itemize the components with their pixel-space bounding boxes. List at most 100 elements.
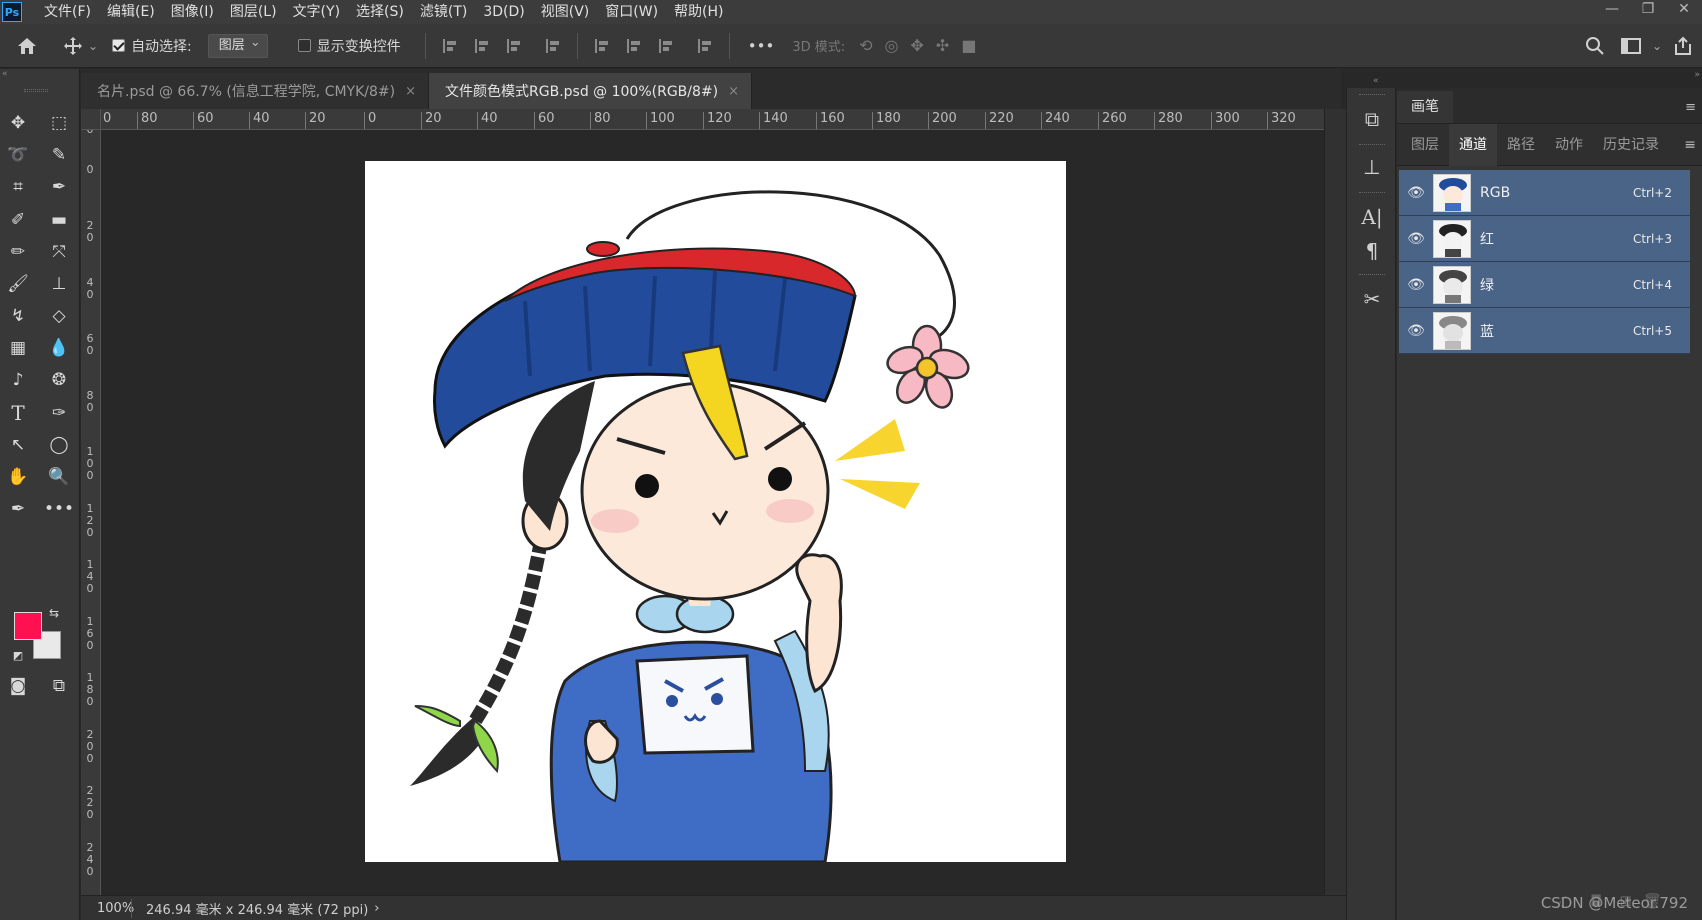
menu-filter[interactable]: 滤镜(T) — [412, 0, 475, 24]
tab-brush[interactable]: 画笔 — [1397, 91, 1453, 123]
menu-help[interactable]: 帮助(H) — [666, 0, 731, 24]
channel-row-red[interactable]: 👁 红 Ctrl+3 — [1399, 216, 1690, 262]
close-window-button[interactable]: ✕ — [1666, 0, 1702, 24]
lasso-tool-icon[interactable]: ➰ — [3, 141, 33, 169]
align-center-icon[interactable] — [474, 38, 489, 53]
ruler-tool-icon[interactable]: ▬ — [44, 206, 74, 234]
align-middle-icon[interactable] — [626, 38, 641, 53]
minimize-button[interactable]: — — [1594, 0, 1630, 24]
grip-handle[interactable] — [1359, 274, 1385, 276]
tab-layers[interactable]: 图层 — [1397, 124, 1449, 166]
menu-window[interactable]: 窗口(W) — [597, 0, 666, 24]
menu-select[interactable]: 选择(S) — [348, 0, 412, 24]
zoom-level[interactable]: 100% — [81, 901, 134, 916]
restore-button[interactable]: ❐ — [1630, 0, 1666, 24]
distribute-icon[interactable] — [545, 38, 560, 53]
more-options-icon[interactable]: ••• — [748, 37, 775, 55]
horizontal-ruler[interactable]: 0 80 60 40 20 0 20 40 60 80 100 120 140 … — [101, 109, 1324, 130]
home-icon[interactable] — [12, 31, 42, 61]
align-bottom-icon[interactable] — [658, 38, 673, 53]
edit-toolbar-icon[interactable]: ✒ — [3, 495, 33, 523]
collapse-icon[interactable]: « — [2, 69, 8, 79]
search-icon[interactable] — [1580, 31, 1610, 61]
document-canvas[interactable] — [365, 161, 1066, 864]
auto-select-option[interactable]: 自动选择: — [112, 36, 192, 56]
chevron-down-icon[interactable]: ⌄ — [1652, 39, 1662, 53]
visibility-eye-icon[interactable]: 👁 — [1403, 231, 1429, 247]
quick-select-tool-icon[interactable]: ✎ — [44, 141, 74, 169]
distribute-vertical-icon[interactable] — [697, 38, 712, 53]
menu-edit[interactable]: 编辑(E) — [99, 0, 163, 24]
clone-stamp-icon[interactable]: ⊥ — [44, 270, 74, 298]
libraries-icon[interactable]: ⧉ — [1357, 104, 1387, 134]
channel-row-blue[interactable]: 👁 蓝 Ctrl+5 — [1399, 308, 1690, 354]
visibility-eye-icon[interactable]: 👁 — [1403, 277, 1429, 293]
marquee-tool-icon[interactable]: ⬚ — [44, 109, 74, 137]
quick-mask-icon[interactable]: ◙ — [3, 672, 33, 700]
menu-3d[interactable]: 3D(D) — [475, 0, 532, 24]
tab-actions[interactable]: 动作 — [1545, 124, 1593, 166]
history-brush-icon[interactable]: ↯ — [3, 302, 33, 330]
tab-channels[interactable]: 通道 — [1449, 123, 1497, 166]
share-icon[interactable] — [1668, 31, 1698, 61]
spot-heal-tool-icon[interactable]: ✐ — [3, 206, 33, 234]
zoom-tool-icon[interactable]: 🔍 — [44, 463, 74, 491]
brush-tool-icon[interactable]: 🖌 — [3, 270, 33, 298]
path-select-tool-icon[interactable]: ↖ — [3, 431, 33, 459]
crop-tool-icon[interactable]: ⌗ — [3, 173, 33, 201]
move-tool-icon[interactable]: ✥ — [3, 109, 33, 137]
grip-handle[interactable] — [1359, 192, 1385, 194]
panel-menu-icon[interactable]: ≡ — [1685, 100, 1696, 115]
panel-menu-icon[interactable]: ≡ — [1684, 137, 1696, 153]
default-colors-icon[interactable]: ◩ — [10, 647, 26, 663]
grip-handle[interactable] — [1359, 94, 1385, 96]
visibility-eye-icon[interactable]: 👁 — [1403, 185, 1429, 201]
vertical-ruler[interactable]: 0 0 2 0 4 0 6 0 8 0 1 0 0 1 2 0 1 4 0 1 … — [81, 130, 101, 895]
align-right-icon[interactable] — [506, 38, 521, 53]
foreground-color-swatch[interactable] — [14, 612, 42, 640]
tab-business-card[interactable]: 名片.psd @ 66.7% (信息工程学院, CMYK/8#) × — [81, 73, 430, 109]
type-tool-icon[interactable]: T — [3, 399, 33, 427]
pen-tool-icon[interactable]: ✑ — [44, 399, 74, 427]
show-transform-option[interactable]: 显示变换控件 — [297, 36, 401, 56]
screen-mode-icon[interactable]: ⧉ — [44, 672, 74, 700]
align-top-icon[interactable] — [594, 38, 609, 53]
clone-source-icon[interactable]: ⊥ — [1357, 152, 1387, 182]
paragraph-icon[interactable]: ¶ — [1357, 236, 1387, 266]
auto-select-checkbox[interactable] — [112, 39, 126, 52]
ruler-origin[interactable] — [81, 109, 101, 130]
vertical-scrollbar[interactable] — [1324, 109, 1346, 895]
menu-file[interactable]: 文件(F) — [36, 0, 99, 24]
hand-tool-icon[interactable]: ✋ — [3, 463, 33, 491]
menu-type[interactable]: 文字(Y) — [285, 0, 348, 24]
visibility-eye-icon[interactable]: 👁 — [1403, 323, 1429, 339]
channel-row-rgb[interactable]: 👁 RGB Ctrl+2 — [1399, 170, 1690, 216]
swap-colors-icon[interactable]: ⇆ — [46, 605, 62, 621]
menu-layer[interactable]: 图层(L) — [222, 0, 285, 24]
dodge-tool-icon[interactable]: ♪ — [3, 366, 33, 394]
ellipse-tool-icon[interactable]: ◯ — [44, 431, 74, 459]
tool-presets-icon[interactable]: ✂ — [1357, 284, 1387, 314]
tab-color-mode-rgb[interactable]: 文件颜色模式RGB.psd @ 100%(RGB/8#) × — [429, 73, 753, 109]
menu-image[interactable]: 图像(I) — [163, 0, 222, 24]
character-icon[interactable]: A| — [1357, 202, 1387, 232]
tab-history[interactable]: 历史记录 — [1593, 124, 1669, 166]
auto-select-target-select[interactable]: 图层 — [207, 32, 268, 58]
grip-handle[interactable] — [24, 89, 48, 92]
eyedropper-tool-icon[interactable]: ✒ — [44, 173, 74, 201]
close-tab-icon[interactable]: × — [405, 84, 416, 99]
status-menu-arrow[interactable]: › — [374, 901, 379, 916]
workspace-icon[interactable] — [1616, 31, 1646, 61]
menu-view[interactable]: 视图(V) — [533, 0, 598, 24]
content-aware-move-icon[interactable]: ⤧ — [44, 238, 74, 266]
show-transform-checkbox[interactable] — [297, 39, 311, 52]
blur-tool-icon[interactable]: 💧 — [44, 334, 74, 362]
grip-handle[interactable] — [1359, 144, 1385, 146]
more-tools-icon[interactable]: ••• — [44, 495, 74, 523]
eraser-tool-icon[interactable]: ◇ — [44, 302, 74, 330]
close-tab-icon[interactable]: × — [728, 84, 739, 99]
collapse-icon[interactable]: » — [1694, 70, 1700, 80]
sponge-tool-icon[interactable]: ❂ — [44, 366, 74, 394]
collapse-icon[interactable]: « — [1373, 76, 1379, 86]
canvas-area[interactable] — [101, 130, 1324, 895]
